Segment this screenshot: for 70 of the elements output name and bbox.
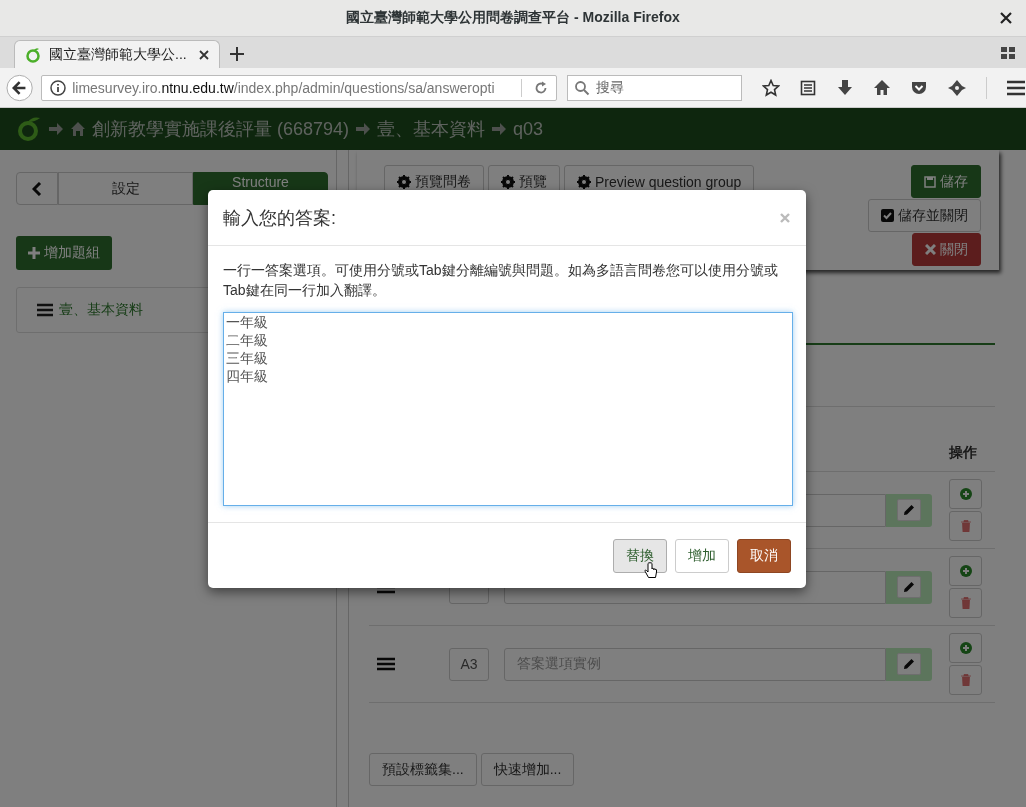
add-row-button[interactable] (949, 479, 982, 509)
floppy-icon (924, 175, 936, 188)
menu-icon[interactable] (1006, 78, 1026, 97)
dialog-button[interactable]: 取消 (737, 538, 791, 573)
plus-icon (28, 247, 40, 259)
answer-line: 一年級 (226, 313, 268, 331)
browser-tab[interactable]: 國立臺灣師範大學公... (14, 40, 220, 68)
list-icon (37, 303, 53, 317)
arrow-icon (491, 121, 508, 137)
save-button[interactable]: 儲存 (911, 165, 981, 198)
url-field[interactable]: limesurvey.iro.ntnu.edu.tw/index.php/admin/questions/sa/answeropti (41, 74, 557, 101)
save-close-button[interactable]: 儲存並關閉 (868, 199, 981, 232)
edit-button[interactable] (897, 576, 921, 598)
pencil-icon (903, 658, 915, 670)
chevron-left-icon (32, 181, 42, 196)
trash-icon (960, 674, 971, 686)
plus-circle-icon (959, 565, 972, 577)
trash-icon (960, 597, 971, 609)
add-group-button[interactable]: 增加題組 (16, 236, 112, 270)
download-icon[interactable] (836, 78, 854, 97)
answers-textarea[interactable]: 一年級 二年級 三年級 四年級 (223, 312, 793, 506)
url-text: limesurvey.iro.ntnu.edu.tw/index.php/admin/questions/sa/answeropti (72, 79, 496, 96)
reader-list-icon[interactable] (799, 78, 817, 97)
dialog-button[interactable]: 替換 (613, 538, 667, 573)
collapse-button[interactable] (16, 172, 58, 205)
extension-icon[interactable] (947, 78, 967, 97)
group-link[interactable]: 壹、基本資料 (59, 301, 143, 319)
code-field[interactable]: A3 (449, 647, 489, 681)
answer-line: 四年級 (226, 367, 268, 385)
close-icon (925, 244, 936, 255)
column-header: 操作 (949, 443, 978, 462)
close-icon[interactable] (199, 49, 209, 60)
modal-title: 輸入您的答案: (223, 206, 336, 230)
answer-line: 三年級 (226, 349, 268, 367)
close-icon[interactable] (1000, 12, 1012, 24)
answer-line: 二年級 (226, 331, 268, 349)
window-title: 國立臺灣師範大學公用問卷調查平台 - Mozilla Firefox (346, 9, 680, 27)
breadcrumb-link[interactable]: q03 (513, 118, 544, 140)
back-icon[interactable] (6, 73, 34, 102)
breadcrumb-link[interactable]: 創新教學實施課後評量 (668794) (92, 117, 350, 141)
arrow-icon (355, 121, 372, 137)
plus-circle-icon (959, 488, 972, 500)
hand-cursor-icon (644, 562, 658, 580)
reload-icon[interactable] (533, 80, 548, 95)
trash-icon (960, 520, 971, 532)
new-tab-icon[interactable] (230, 47, 244, 61)
info-icon (50, 79, 67, 96)
drag-handle-icon[interactable] (377, 656, 395, 672)
edit-button[interactable] (897, 653, 921, 675)
pencil-icon (903, 581, 915, 593)
arrow-icon (48, 121, 64, 137)
add-row-button[interactable] (949, 556, 982, 586)
add-row-button[interactable] (949, 633, 982, 663)
search-icon (573, 79, 590, 96)
action-button[interactable]: 預設標籤集... (369, 753, 477, 786)
close-button[interactable]: 關閉 (912, 233, 981, 266)
tabs-grid-icon[interactable] (1000, 45, 1016, 61)
edit-button[interactable] (897, 499, 921, 521)
help-text: 一行一答案選項。可使用分號或Tab鍵分離編號與問題。如為多語言問卷您可以使用分號或Tab鍵在同一行加入翻譯。 (223, 261, 779, 300)
action-button[interactable]: 快速增加... (480, 753, 575, 786)
star-icon[interactable] (762, 78, 780, 97)
search-field[interactable]: 搜尋 (566, 74, 742, 101)
sidebar-tab[interactable]: 設定 (58, 172, 193, 205)
dialog-button[interactable]: 增加 (675, 538, 729, 573)
breadcrumb-link[interactable]: 壹、基本資料 (377, 117, 486, 141)
home-icon[interactable] (873, 78, 891, 97)
plus-circle-icon (959, 642, 972, 654)
checkbox-icon (881, 209, 894, 222)
leaf-icon (25, 46, 41, 63)
pencil-icon (903, 504, 915, 516)
